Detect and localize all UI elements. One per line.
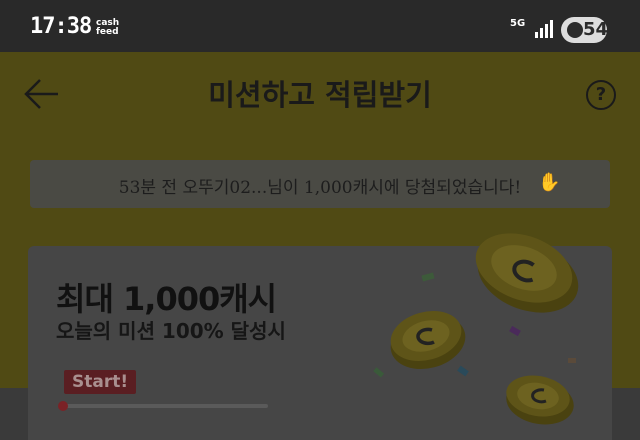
status-bar: 17:38 cash feed 5G 54 [0,0,640,52]
winner-notice: 53분 전 오뚜기02...님이 1,000캐시에 당첨되었습니다! [30,160,610,208]
help-icon[interactable]: ? [586,80,616,110]
mission-progress-bar [62,404,268,408]
start-badge: Start! [64,370,137,394]
status-time: 17:38 [30,14,92,39]
brand-line-2: feed [96,27,119,37]
signal-icon [535,20,553,38]
battery-saver-icon [567,22,583,38]
page-title: 미션하고 적립받기 [208,78,432,112]
battery-indicator: 54 [561,17,609,43]
notice-text: 53분 전 오뚜기02...님이 1,000캐시에 당첨되었습니다! [118,178,522,198]
coins-illustration [373,233,579,425]
cashfeed-logo: cash feed [96,19,119,37]
promo-headline: 최대 1,000캐시 [56,280,277,318]
progress-marker [58,401,68,411]
network-type: 5G [510,18,526,29]
promo-subtitle: 오늘의 미션 100% 달성시 [56,319,286,343]
waving-hand-icon: ✋ [538,172,561,193]
battery-level: 54 [583,19,609,40]
